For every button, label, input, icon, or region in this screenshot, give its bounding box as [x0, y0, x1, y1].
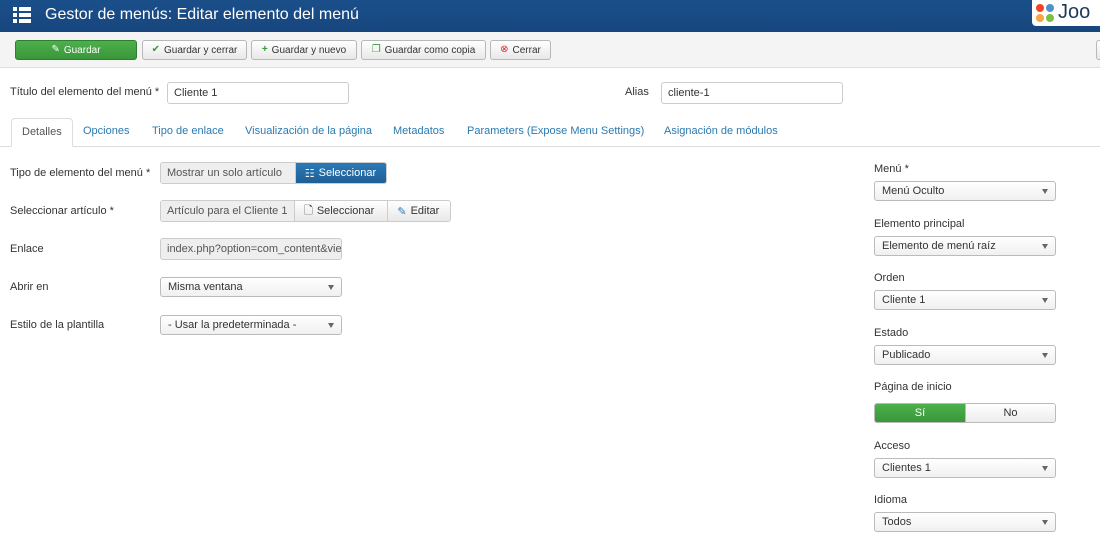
list-menu-icon[interactable] — [13, 7, 31, 23]
tab-details[interactable]: Detalles — [11, 118, 73, 147]
home-page-toggle: Sí No — [874, 403, 1056, 423]
menu-item-type-value: Mostrar un solo artículo — [161, 163, 296, 183]
caret-down-icon — [328, 285, 334, 290]
state-label: Estado — [874, 327, 909, 339]
language-select[interactable]: Todos — [874, 512, 1056, 532]
tab-parameters[interactable]: Parameters (Expose Menu Settings) — [467, 118, 644, 147]
link-label: Enlace — [10, 243, 44, 255]
open-in-label: Abrir en — [10, 281, 49, 293]
article-value: Artículo para el Cliente 1 — [161, 201, 295, 221]
template-style-value: - Usar la predeterminada - — [168, 319, 297, 331]
edit-icon: ✎ — [397, 205, 407, 218]
caret-down-icon — [328, 323, 334, 328]
check-icon: ✔ — [151, 44, 161, 55]
select-article-button[interactable]: 🗋 Seleccionar — [294, 201, 388, 221]
edit-icon: ✎ — [51, 44, 60, 55]
app-header: Gestor de menús: Editar elemento del men… — [0, 0, 1100, 32]
select-article-label: Seleccionar — [316, 205, 375, 217]
edit-article-label: Editar — [410, 205, 440, 217]
toolbar: ✎ Guardar ✔ Guardar y cerrar + Guardar y… — [0, 32, 1100, 68]
language-value: Todos — [882, 516, 912, 528]
article-label: Seleccionar artículo * — [10, 205, 114, 217]
home-page-label: Página de inicio — [874, 381, 952, 393]
tab-module-assignment[interactable]: Asignación de módulos — [664, 118, 778, 147]
menu-item-type-group: Mostrar un solo artículo ☷ Seleccionar — [160, 162, 387, 184]
joomla-logo: Joo — [1032, 0, 1100, 26]
alias-input[interactable]: cliente-1 — [661, 82, 843, 104]
joomla-logo-icon — [1036, 4, 1054, 22]
save-label: Guardar — [63, 44, 101, 56]
access-value: Clientes 1 — [882, 462, 931, 474]
caret-down-icon — [1042, 466, 1048, 471]
plus-icon: + — [261, 44, 268, 55]
link-field[interactable]: index.php?option=com_content&view — [160, 238, 342, 260]
save-close-button[interactable]: ✔ Guardar y cerrar — [142, 40, 247, 60]
close-label: Cerrar — [512, 44, 541, 56]
save-new-label: Guardar y nuevo — [271, 44, 347, 56]
menu-label: Menú * — [874, 163, 909, 175]
open-in-value: Misma ventana — [168, 281, 243, 293]
save-copy-label: Guardar como copia — [384, 44, 476, 56]
save-new-button[interactable]: + Guardar y nuevo — [251, 40, 357, 60]
article-group: Artículo para el Cliente 1 🗋 Seleccionar… — [160, 200, 451, 222]
template-style-select[interactable]: - Usar la predeterminada - — [160, 315, 342, 335]
tab-link-type[interactable]: Tipo de enlace — [152, 118, 224, 147]
menu-select[interactable]: Menú Oculto — [874, 181, 1056, 201]
order-label: Orden — [874, 272, 905, 284]
caret-down-icon — [1042, 189, 1048, 194]
caret-down-icon — [1042, 520, 1048, 525]
template-style-label: Estilo de la plantilla — [10, 319, 105, 331]
home-yes-button[interactable]: Sí — [875, 404, 965, 422]
parent-label: Elemento principal — [874, 218, 965, 230]
page-title: Gestor de menús: Editar elemento del men… — [45, 6, 359, 23]
cancel-icon: ⊗ — [500, 44, 509, 55]
help-button[interactable] — [1096, 40, 1100, 60]
access-label: Acceso — [874, 440, 911, 452]
parent-select[interactable]: Elemento de menú raíz — [874, 236, 1056, 256]
list-icon: ☷ — [304, 167, 315, 180]
alias-label: Alias — [625, 86, 649, 98]
tab-options[interactable]: Opciones — [83, 118, 129, 147]
save-copy-button[interactable]: ❐ Guardar como copia — [361, 40, 486, 60]
parent-value: Elemento de menú raíz — [882, 240, 996, 252]
order-select[interactable]: Cliente 1 — [874, 290, 1056, 310]
access-select[interactable]: Clientes 1 — [874, 458, 1056, 478]
select-type-label: Seleccionar — [318, 167, 377, 179]
close-button[interactable]: ⊗ Cerrar — [490, 40, 551, 60]
title-input[interactable]: Cliente 1 — [167, 82, 349, 104]
open-in-select[interactable]: Misma ventana — [160, 277, 342, 297]
caret-down-icon — [1042, 244, 1048, 249]
tab-metadata[interactable]: Metadatos — [393, 118, 444, 147]
caret-down-icon — [1042, 298, 1048, 303]
menu-item-type-label: Tipo de elemento del menú * — [10, 167, 151, 179]
copy-icon: ❐ — [371, 44, 381, 55]
logo-text: Joo — [1058, 1, 1091, 23]
save-close-label: Guardar y cerrar — [164, 44, 238, 56]
order-value: Cliente 1 — [882, 294, 926, 306]
select-type-button[interactable]: ☷ Seleccionar — [295, 163, 386, 183]
edit-article-button[interactable]: ✎ Editar — [387, 201, 450, 221]
tab-page-display[interactable]: Visualización de la página — [245, 118, 372, 147]
home-no-button[interactable]: No — [965, 404, 1055, 422]
title-label: Título del elemento del menú * — [10, 86, 160, 98]
menu-value: Menú Oculto — [882, 185, 945, 197]
state-value: Publicado — [882, 349, 931, 361]
save-button[interactable]: ✎ Guardar — [15, 40, 137, 60]
file-icon: 🗋 — [303, 204, 313, 217]
language-label: Idioma — [874, 494, 908, 506]
state-select[interactable]: Publicado — [874, 345, 1056, 365]
caret-down-icon — [1042, 353, 1048, 358]
